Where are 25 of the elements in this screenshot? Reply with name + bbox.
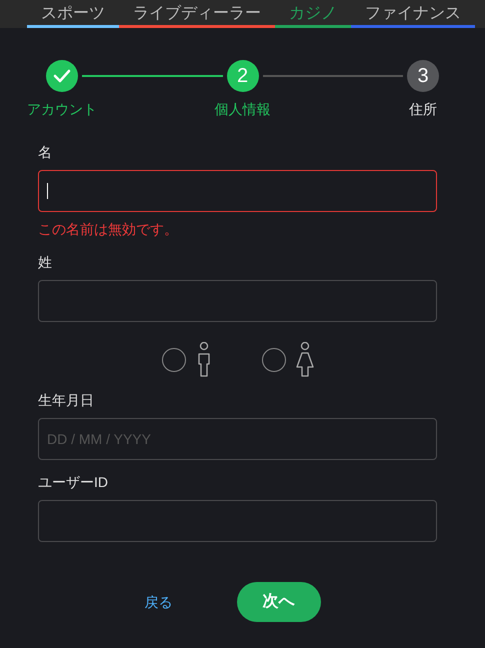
- step-label: 個人情報: [214, 100, 270, 119]
- error-message: この名前は無効です。: [38, 220, 179, 239]
- text-field[interactable]: [38, 170, 437, 212]
- step-label: 住所: [409, 100, 437, 119]
- field-label: 姓: [38, 253, 53, 272]
- text-cursor: [47, 183, 48, 199]
- field-label: 生年月日: [38, 391, 95, 410]
- field-label: ユーザーID: [38, 473, 109, 492]
- nav-tab[interactable]: ライブディーラー: [119, 0, 275, 28]
- step-label: アカウント: [27, 100, 97, 119]
- text-field[interactable]: [38, 500, 437, 542]
- back-link[interactable]: 戻る: [144, 592, 172, 612]
- female-figure-icon: [296, 342, 314, 378]
- step-number: 3: [417, 64, 429, 89]
- nav-tab[interactable]: スポーツ: [27, 0, 119, 28]
- placeholder: DD / MM / YYYY: [47, 430, 151, 448]
- radio-button[interactable]: [262, 348, 286, 372]
- radio-button[interactable]: [162, 348, 186, 372]
- male-figure-icon: [196, 342, 212, 378]
- nav-tab[interactable]: ファイナンス: [351, 0, 475, 28]
- step-number: 2: [236, 64, 248, 89]
- field-label: 名: [38, 143, 53, 162]
- text-field[interactable]: [38, 280, 437, 322]
- checkmark-icon: [53, 69, 71, 83]
- nav-tab[interactable]: カジノ: [275, 0, 351, 28]
